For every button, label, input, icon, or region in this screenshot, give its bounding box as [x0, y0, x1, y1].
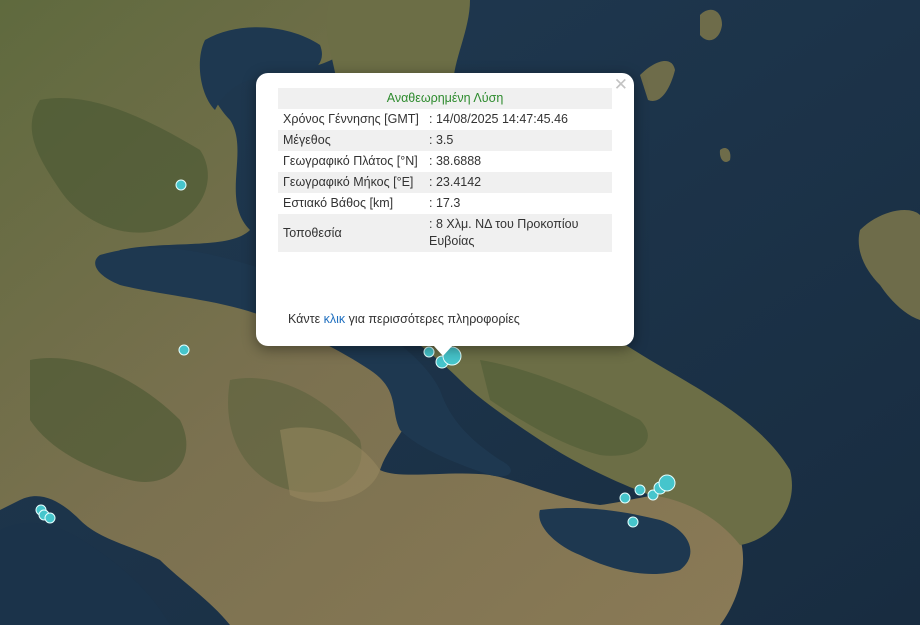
earthquake-marker-icon[interactable]	[658, 474, 676, 492]
popup-header-row: Αναθεωρημένη Λύση	[278, 88, 612, 109]
earthquake-marker-icon[interactable]	[619, 492, 631, 504]
location-value: : 8 Χλμ. ΝΔ του Προκοπίου Ευβοίας	[424, 214, 612, 252]
origin-time-label: Χρόνος Γέννησης [GMT]	[283, 112, 419, 126]
table-row: Γεωγραφικό Πλάτος [°N] : 38.6888	[278, 151, 612, 172]
earthquake-info-popup: ✕ Αναθεωρημένη Λύση Χρόνος Γέννησης [GMT…	[256, 73, 634, 346]
magnitude-value: : 3.5	[424, 130, 612, 151]
longitude-value: : 23.4142	[424, 172, 612, 193]
depth-value: : 17.3	[429, 196, 461, 210]
depth-label: Εστιακό Βάθος [km]	[283, 196, 394, 210]
origin-time-value: : 14/08/2025 14:47:45.46	[429, 112, 569, 126]
earthquake-info-table: Αναθεωρημένη Λύση Χρόνος Γέννησης [GMT] …	[278, 88, 612, 252]
longitude-label: Γεωγραφικό Μήκος [°E]	[278, 172, 424, 193]
popup-tip	[433, 345, 453, 356]
more-info-link[interactable]: κλικ	[324, 312, 346, 326]
table-row: Χρόνος Γέννησης [GMT] : 14/08/2025 14:47…	[278, 109, 612, 130]
table-row: Εστιακό Βάθος [km] : 17.3	[278, 193, 612, 214]
latitude-label: Γεωγραφικό Πλάτος [°N]	[283, 154, 418, 168]
more-info-suffix: για περισσότερες πληροφορίες	[345, 312, 520, 326]
more-info-text: Κάντε κλικ για περισσότερες πληροφορίες	[288, 312, 520, 326]
location-label: Τοποθεσία	[278, 214, 424, 252]
more-info-prefix: Κάντε	[288, 312, 324, 326]
popup-header: Αναθεωρημένη Λύση	[278, 88, 612, 109]
magnitude-label: Μέγεθος	[278, 130, 424, 151]
earthquake-marker-icon[interactable]	[175, 179, 187, 191]
table-row: Γεωγραφικό Μήκος [°E] : 23.4142	[278, 172, 612, 193]
earthquake-marker-icon[interactable]	[634, 484, 646, 496]
earthquake-marker-icon[interactable]	[627, 516, 639, 528]
earthquake-marker-icon[interactable]	[178, 344, 190, 356]
close-icon[interactable]: ✕	[614, 75, 628, 95]
table-row: Μέγεθος : 3.5	[278, 130, 612, 151]
latitude-value: : 38.6888	[429, 154, 482, 168]
table-row: Τοποθεσία : 8 Χλμ. ΝΔ του Προκοπίου Ευβο…	[278, 214, 612, 252]
earthquake-marker-icon[interactable]	[44, 512, 56, 524]
